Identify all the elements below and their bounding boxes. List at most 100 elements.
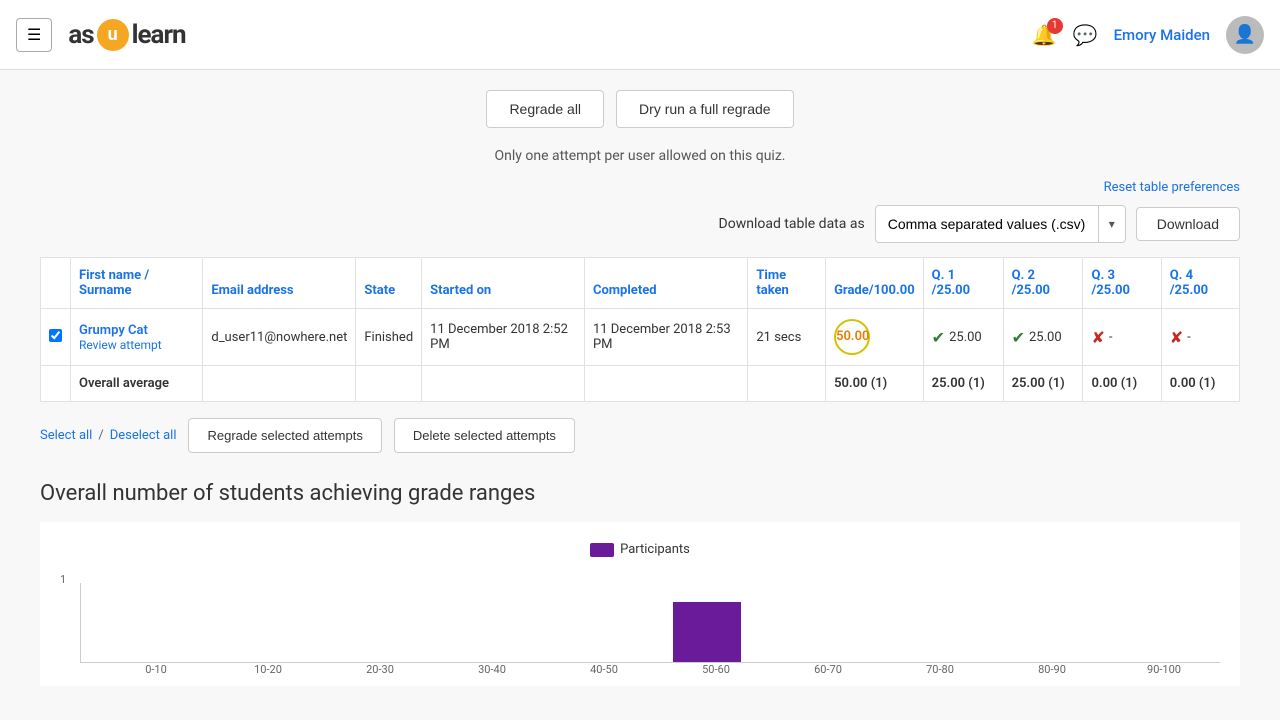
y-axis-label: 1 <box>60 573 66 586</box>
started-cell: 11 December 2018 2:52 PM <box>422 309 585 366</box>
q1-result: ✔ 25.00 <box>932 328 995 347</box>
avg-grade: 50.00 (1) <box>826 366 924 402</box>
q3-cell: ✘ - <box>1083 309 1161 366</box>
logo-pre: as <box>68 20 93 50</box>
regrade-selected-button[interactable]: Regrade selected attempts <box>188 418 381 453</box>
review-attempt-link[interactable]: Review attempt <box>79 338 194 352</box>
chat-icon[interactable]: 💬 <box>1073 23 1098 47</box>
q1-cell: ✔ 25.00 <box>923 309 1003 366</box>
logo-post: learn <box>132 20 186 50</box>
avatar[interactable]: 👤 <box>1226 16 1264 54</box>
grade-value: 50.00 <box>834 319 870 355</box>
top-buttons: Regrade all Dry run a full regrade <box>40 90 1240 128</box>
th-state[interactable]: State <box>356 258 422 309</box>
select-deselect-area: Select all / Deselect all <box>40 428 176 443</box>
chart-bar-wrap <box>877 583 990 662</box>
time-cell: 21 secs <box>748 309 826 366</box>
dry-run-button[interactable]: Dry run a full regrade <box>616 90 794 128</box>
chart-legend: Participants <box>60 542 1220 557</box>
q2-value: 25.00 <box>1029 330 1062 345</box>
avg-q1: 25.00 (1) <box>923 366 1003 402</box>
slash-divider: / <box>98 428 103 443</box>
chart-bar-wrap <box>424 583 537 662</box>
table-header-row: First name / Surname Email address State… <box>41 258 1240 309</box>
chart-bar-wrap <box>990 583 1103 662</box>
row-checkbox[interactable] <box>49 329 62 342</box>
th-q4[interactable]: Q. 4 /25.00 <box>1161 258 1239 309</box>
avg-q3: 0.00 (1) <box>1083 366 1161 402</box>
chart-bar-wrap <box>764 583 877 662</box>
x-axis-label: 20-30 <box>324 663 436 676</box>
th-completed[interactable]: Completed <box>584 258 747 309</box>
avg-empty-started <box>422 366 585 402</box>
dropdown-arrow-icon[interactable]: ▾ <box>1098 206 1125 242</box>
q2-result: ✔ 25.00 <box>1012 328 1075 347</box>
chart-bar-wrap <box>198 583 311 662</box>
th-checkbox <box>41 258 71 309</box>
avg-empty-completed <box>584 366 747 402</box>
bottom-actions: Select all / Deselect all Regrade select… <box>40 418 1240 453</box>
chart-bar-wrap <box>311 583 424 662</box>
student-name-cell: Grumpy Cat Review attempt <box>71 309 203 366</box>
avg-empty-state <box>356 366 422 402</box>
logo-u-circle: u <box>97 19 129 51</box>
th-q2[interactable]: Q. 2 /25.00 <box>1003 258 1083 309</box>
th-started[interactable]: Started on <box>422 258 585 309</box>
q1-value: 25.00 <box>949 330 982 345</box>
info-text: Only one attempt per user allowed on thi… <box>40 148 1240 164</box>
chart-container: Participants 1 0-1010-2020-3030-4040-505… <box>40 522 1240 686</box>
th-grade[interactable]: Grade/100.00 <box>826 258 924 309</box>
avatar-icon: 👤 <box>1234 24 1256 45</box>
legend-label-participants: Participants <box>620 542 690 557</box>
download-label: Download table data as <box>719 216 865 232</box>
table-row: Grumpy Cat Review attempt d_user11@nowhe… <box>41 309 1240 366</box>
main-content: Regrade all Dry run a full regrade Only … <box>0 70 1280 720</box>
chart-bars-area <box>80 583 1220 663</box>
q4-cell: ✘ - <box>1161 309 1239 366</box>
avg-checkbox-cell <box>41 366 71 402</box>
header-right: 🔔 1 💬 Emory Maiden 👤 <box>1032 16 1264 54</box>
x-axis-label: 50-60 <box>660 663 772 676</box>
download-format-select[interactable]: Comma separated values (.csv) <box>876 208 1098 240</box>
state-cell: Finished <box>356 309 422 366</box>
delete-selected-button[interactable]: Delete selected attempts <box>394 418 575 453</box>
notification-bell[interactable]: 🔔 1 <box>1032 23 1057 47</box>
th-email[interactable]: Email address <box>203 258 356 309</box>
header: ☰ as u learn 🔔 1 💬 Emory Maiden 👤 <box>0 0 1280 70</box>
x-axis-label: 30-40 <box>436 663 548 676</box>
reset-preferences-link[interactable]: Reset table preferences <box>1104 180 1240 195</box>
row-checkbox-cell[interactable] <box>41 309 71 366</box>
regrade-all-button[interactable]: Regrade all <box>486 90 604 128</box>
user-name[interactable]: Emory Maiden <box>1114 26 1210 44</box>
download-row: Download table data as Comma separated v… <box>40 205 1240 243</box>
select-all-link[interactable]: Select all <box>40 428 92 443</box>
q3-check-icon: ✘ <box>1091 328 1104 347</box>
avg-q4: 0.00 (1) <box>1161 366 1239 402</box>
grade-cell: 50.00 <box>826 309 924 366</box>
download-button[interactable]: Download <box>1136 207 1240 241</box>
th-time[interactable]: Time taken <box>748 258 826 309</box>
grade-ranges-title: Overall number of students achieving gra… <box>40 481 1240 506</box>
reset-preferences-area: Reset table preferences <box>40 180 1240 195</box>
student-first-name: Grumpy Cat <box>79 323 148 338</box>
legend-box-participants <box>590 543 614 557</box>
chart-x-labels: 0-1010-2020-3030-4040-5050-6060-7070-808… <box>60 663 1220 676</box>
download-select-wrapper: Comma separated values (.csv) ▾ <box>875 205 1126 243</box>
chart-bar <box>673 602 741 662</box>
email-cell: d_user11@nowhere.net <box>203 309 356 366</box>
chart-bar-wrap <box>650 583 763 662</box>
logo: as u learn <box>68 19 185 51</box>
x-axis-label: 90-100 <box>1108 663 1220 676</box>
th-q3[interactable]: Q. 3 /25.00 <box>1083 258 1161 309</box>
chart-bar-wrap <box>1103 583 1216 662</box>
avg-label-cell: Overall average <box>71 366 203 402</box>
avg-empty-email <box>203 366 356 402</box>
q3-value: - <box>1109 330 1113 345</box>
menu-icon: ☰ <box>27 27 41 44</box>
th-name[interactable]: First name / Surname <box>71 258 203 309</box>
deselect-all-link[interactable]: Deselect all <box>110 428 177 443</box>
avg-empty-time <box>748 366 826 402</box>
th-q1[interactable]: Q. 1 /25.00 <box>923 258 1003 309</box>
legend-item-participants: Participants <box>590 542 690 557</box>
menu-button[interactable]: ☰ <box>16 18 52 52</box>
